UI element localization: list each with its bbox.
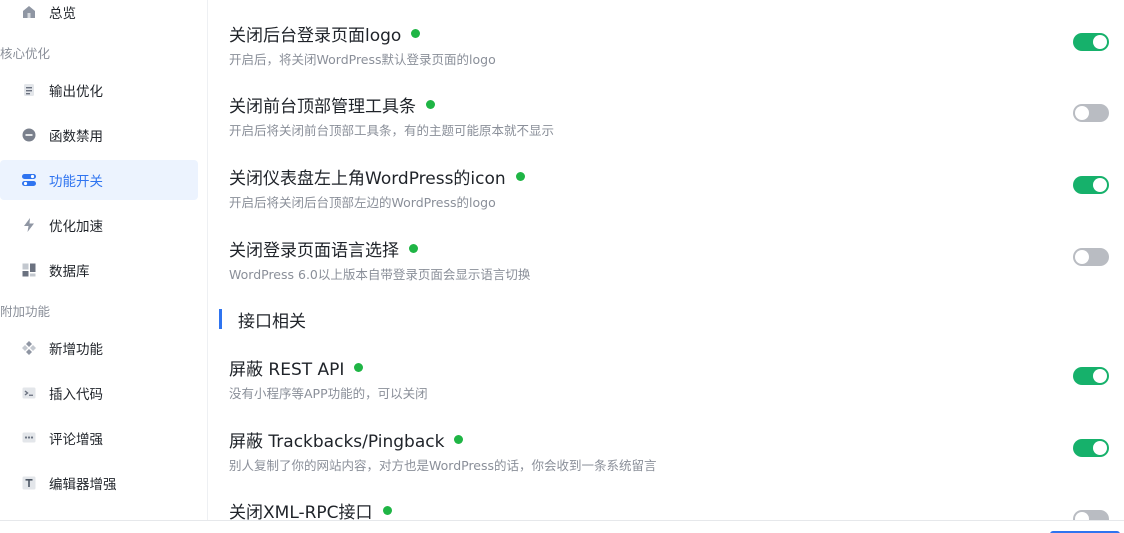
setting-description: 开启后将关闭前台顶部工具条，有的主题可能原本就不显示 xyxy=(229,123,555,138)
toggle-switch[interactable] xyxy=(1073,367,1109,385)
sidebar-item-database[interactable]: 数据库 xyxy=(0,250,198,290)
document-icon xyxy=(20,81,38,99)
status-dot xyxy=(354,362,364,372)
setting-title: 关闭仪表盘左上角WordPress的icon xyxy=(229,168,506,189)
section-title: 接口相关 xyxy=(238,311,306,332)
toggle-knob xyxy=(1093,369,1107,383)
sidebar-item-function-disable[interactable]: 函数禁用 xyxy=(0,115,198,155)
toggle-knob xyxy=(1093,178,1107,192)
sidebar-item-label: 函数禁用 xyxy=(49,129,103,145)
status-dot xyxy=(515,171,525,181)
comment-icon xyxy=(20,429,38,447)
status-dot xyxy=(454,434,464,444)
setting-description: 别人复制了你的网站内容，对方也是WordPress的话，你会收到一条系统留言 xyxy=(229,458,657,473)
toggle-knob xyxy=(1093,441,1107,455)
sidebar-item-editor-enhance[interactable]: 编辑器增强 xyxy=(0,463,198,503)
sidebar-item-insert-code[interactable]: 插入代码 xyxy=(0,373,198,413)
setting-title: 关闭后台登录页面logo xyxy=(229,25,402,46)
toggle-knob xyxy=(1075,106,1089,120)
sidebar-item-label: 优化加速 xyxy=(49,219,103,235)
sidebar-item-label: 输出优化 xyxy=(49,84,103,100)
sidebar-item-label: 功能开关 xyxy=(49,174,103,190)
setting-disable-xmlrpc: 关闭XML-RPC接口 xyxy=(229,498,1109,520)
setting-description: 开启后，将关闭WordPress默认登录页面的logo xyxy=(229,52,496,67)
terminal-icon xyxy=(20,384,38,402)
section-accent-bar xyxy=(219,309,222,329)
section-label-extra: 附加功能 xyxy=(0,304,51,319)
section-label-core: 核心优化 xyxy=(0,46,51,61)
setting-description: WordPress 6.0以上版本自带登录页面会显示语言切换 xyxy=(229,267,531,282)
setting-title: 关闭前台顶部管理工具条 xyxy=(229,96,416,117)
sidebar-item-feature-toggle[interactable]: 功能开关 xyxy=(0,160,198,200)
section-header-api: 接口相关 xyxy=(219,307,306,332)
main-content: 关闭后台登录页面logo 开启后，将关闭WordPress默认登录页面的logo… xyxy=(209,0,1124,520)
status-dot xyxy=(426,99,435,109)
database-icon xyxy=(20,261,38,279)
sidebar-item-speed-optimize[interactable]: 优化加速 xyxy=(0,205,198,245)
sidebar-item-label: 总览 xyxy=(49,6,76,22)
sidebar-item-label: 编辑器增强 xyxy=(49,477,117,493)
setting-block-rest-api: 屏蔽 REST API 没有小程序等APP功能的，可以关闭 xyxy=(229,355,1109,415)
sidebar-item-label: 插入代码 xyxy=(49,387,103,403)
lightning-icon xyxy=(20,216,38,234)
sidebar-item-output-optimize[interactable]: 输出优化 xyxy=(0,70,198,110)
sidebar-item-label: 数据库 xyxy=(49,264,90,280)
sidebar-item-comment-enhance[interactable]: 评论增强 xyxy=(0,418,198,458)
minus-circle-icon xyxy=(20,126,38,144)
status-dot xyxy=(409,243,418,253)
sidebar-item-overview[interactable]: 总览 xyxy=(0,0,198,32)
toggle-switch[interactable] xyxy=(1073,439,1109,457)
setting-title: 关闭登录页面语言选择 xyxy=(229,240,399,261)
toggle-switch[interactable] xyxy=(1073,176,1109,194)
setting-block-trackbacks: 屏蔽 Trackbacks/Pingback 别人复制了你的网站内容，对方也是W… xyxy=(229,427,1109,487)
setting-title: 屏蔽 REST API xyxy=(229,359,345,380)
setting-description: 开启后将关闭后台顶部左边的WordPress的logo xyxy=(229,195,496,210)
sidebar-item-new-features[interactable]: 新增功能 xyxy=(0,328,198,368)
toggle-switch[interactable] xyxy=(1073,104,1109,122)
status-dot xyxy=(411,28,421,38)
setting-title: 屏蔽 Trackbacks/Pingback xyxy=(229,431,445,452)
bottom-action-bar xyxy=(0,520,1124,533)
toggle-switch[interactable] xyxy=(1073,248,1109,266)
setting-title: 关闭XML-RPC接口 xyxy=(229,502,373,521)
setting-disable-admin-bar: 关闭前台顶部管理工具条 开启后将关闭前台顶部工具条，有的主题可能原本就不显示 xyxy=(229,92,1109,152)
text-icon xyxy=(20,474,38,492)
setting-disable-dashboard-icon: 关闭仪表盘左上角WordPress的icon 开启后将关闭后台顶部左边的Word… xyxy=(229,164,1109,224)
toggle-icon xyxy=(20,171,38,189)
setting-disable-login-language: 关闭登录页面语言选择 WordPress 6.0以上版本自带登录页面会显示语言切… xyxy=(229,236,1109,296)
sidebar: 总览 核心优化 输出优化 函数禁用 功能开关 优化加速 数据库 附加功能 新增功… xyxy=(0,0,208,520)
toggle-switch[interactable] xyxy=(1073,510,1109,520)
sidebar-item-label: 新增功能 xyxy=(49,342,103,358)
status-dot xyxy=(382,505,392,515)
toggle-switch[interactable] xyxy=(1073,33,1109,51)
sidebar-item-label: 评论增强 xyxy=(49,432,103,448)
toggle-knob xyxy=(1093,35,1107,49)
diamond-icon xyxy=(20,339,38,357)
home-icon xyxy=(20,3,38,21)
toggle-knob xyxy=(1075,250,1089,264)
setting-disable-login-logo: 关闭后台登录页面logo 开启后，将关闭WordPress默认登录页面的logo xyxy=(229,21,1109,81)
toggle-knob xyxy=(1075,512,1089,520)
setting-description: 没有小程序等APP功能的，可以关闭 xyxy=(229,386,428,401)
